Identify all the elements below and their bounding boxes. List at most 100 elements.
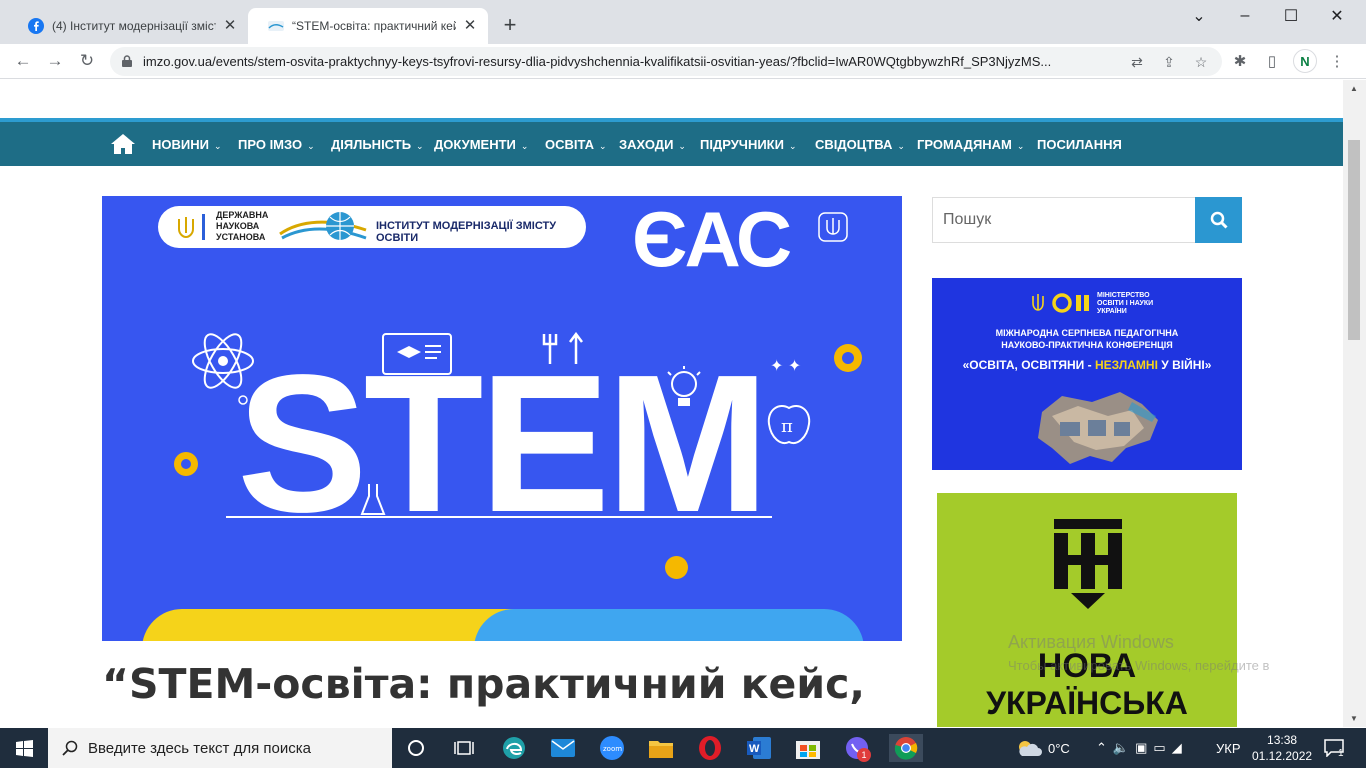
system-tray-icons[interactable]: ⌃ 🔈 ▣ ▭ ◢ [1096, 728, 1188, 768]
share-icon[interactable]: ⇪ [1159, 52, 1179, 72]
windows-start-icon[interactable] [16, 740, 33, 757]
activation-watermark-title: Активация Windows [1008, 632, 1174, 652]
nav-activity[interactable]: ДІЯЛЬНІСТЬ ⌄ [331, 137, 424, 152]
nav-certificates[interactable]: СВІДОЦТВА ⌄ [815, 137, 905, 152]
nova-line2: УКРАЇНСЬКА [986, 685, 1188, 721]
taskbar-search[interactable]: Введите здесь текст для поиска [48, 728, 392, 768]
bookmark-star-icon[interactable]: ☆ [1191, 52, 1211, 72]
url-text: imzo.gov.ua/events/stem-osvita-praktychn… [143, 54, 1052, 69]
ministry-logo-icon [1032, 293, 1089, 313]
chevron-down-icon: ⌄ [213, 141, 222, 151]
opera-icon[interactable] [696, 734, 724, 762]
profile-avatar[interactable]: N [1293, 49, 1317, 73]
camera-icon[interactable]: ▣ [1135, 740, 1153, 756]
yellow-dot [665, 556, 688, 579]
search-icon [1210, 211, 1228, 229]
home-icon[interactable] [110, 133, 136, 155]
conference-line1: МІЖНАРОДНА СЕРПНЕВА ПЕДАГОГІЧНА [995, 328, 1179, 338]
file-explorer-icon[interactable] [647, 734, 675, 762]
chevron-up-icon[interactable]: ⌃ [1096, 740, 1113, 756]
search-button[interactable] [1195, 197, 1242, 243]
menu-icon[interactable]: ⋮ [1325, 49, 1349, 73]
trident-icon [178, 217, 194, 239]
language-indicator[interactable]: УКР [1216, 728, 1241, 768]
weather-widget[interactable]: 0°C [1016, 728, 1070, 768]
chrome-icon[interactable] [889, 734, 923, 762]
side-panel-icon[interactable]: ▯ [1260, 49, 1284, 73]
volume-icon[interactable]: 🔈 [1113, 740, 1135, 756]
close-tab-icon[interactable]: ✕ [462, 18, 478, 34]
windows-taskbar: Введите здесь текст для поиска zoom W 1 … [0, 728, 1366, 768]
conference-banner[interactable]: МІНІСТЕРСТВО ОСВІТИ І НАУКИ УКРАЇНИ МІЖН… [932, 278, 1242, 470]
nav-documents[interactable]: ДОКУМЕНТИ ⌄ [434, 137, 528, 152]
nav-news[interactable]: НОВИНИ ⌄ [152, 137, 222, 152]
edge-icon[interactable] [500, 734, 528, 762]
clock[interactable]: 13:38 01.12.2022 [1252, 728, 1312, 768]
apple-pi-icon: π [767, 405, 811, 444]
main-navigation: НОВИНИ ⌄ ПРО ІМЗО ⌄ ДІЯЛЬНІСТЬ ⌄ ДОКУМЕНТИ ⌄… [0, 122, 1343, 166]
scroll-down-arrow[interactable]: ▼ [1349, 714, 1359, 723]
imzo-logo-icon [279, 212, 367, 240]
notifications-icon[interactable]: 1 [1324, 728, 1344, 768]
address-bar[interactable]: imzo.gov.ua/events/stem-osvita-praktychn… [110, 47, 1222, 76]
network-icon[interactable]: ◢ [1172, 740, 1188, 756]
chevron-down-icon: ⌄ [307, 141, 315, 151]
nova-ukrainska-banner[interactable]: НОВА УКРАЇНСЬКА [937, 493, 1237, 727]
tab-stem[interactable]: “STEM-освіта: практичний кейс ✕ [248, 8, 488, 44]
nav-links[interactable]: ПОСИЛАННЯ [1037, 137, 1122, 152]
scroll-thumb[interactable] [1348, 140, 1360, 340]
battery-icon[interactable]: ▭ [1153, 740, 1171, 756]
notification-count: 1 [1338, 747, 1344, 759]
forward-button[interactable]: → [42, 48, 68, 74]
page-scrollbar[interactable]: ▲ ▼ [1343, 80, 1366, 727]
eac-logo: ЄАС [632, 196, 792, 283]
page-viewport: НОВИНИ ⌄ ПРО ІМЗО ⌄ ДІЯЛЬНІСТЬ ⌄ ДОКУМЕНТИ ⌄… [0, 80, 1343, 727]
viber-icon[interactable]: 1 [843, 734, 871, 762]
nav-textbooks[interactable]: ПІДРУЧНИКИ ⌄ [700, 137, 797, 152]
zoom-icon[interactable]: zoom [598, 734, 626, 762]
translate-icon[interactable]: ⇄ [1127, 52, 1147, 72]
stem-hero-banner: ДЕРЖАВНА НАУКОВА УСТАНОВА ІНСТИТУТ МОДЕР… [102, 196, 902, 641]
tab-facebook[interactable]: (4) Інститут модернізації змісту ✕ [8, 8, 248, 44]
scroll-up-arrow[interactable]: ▲ [1349, 84, 1359, 93]
chevron-down-icon: ⌄ [599, 141, 607, 151]
search-input[interactable] [933, 198, 1195, 242]
conference-line2: НАУКОВО-ПРАКТИЧНА КОНФЕРЕНЦІЯ [1001, 340, 1173, 350]
nav-education[interactable]: ОСВІТА ⌄ [545, 137, 607, 152]
cortana-icon[interactable] [402, 734, 430, 762]
chevron-down-icon: ⌄ [788, 141, 797, 151]
task-view-icon[interactable] [450, 734, 478, 762]
minimize-button[interactable]: – [1222, 0, 1268, 32]
reload-button[interactable]: ↻ [74, 48, 100, 74]
facebook-icon [28, 18, 44, 34]
svg-text:π: π [781, 416, 793, 437]
chevron-down-icon: ⌄ [678, 141, 686, 151]
nav-events[interactable]: ЗАХОДИ ⌄ [619, 137, 686, 152]
ukraine-map-collage [1038, 392, 1158, 464]
conference-quote: «ОСВІТА, ОСВІТЯНИ - НЕЗЛАМНІ У ВІЙНІ» [962, 358, 1212, 372]
imzo-icon [268, 21, 284, 31]
blue-shape [474, 609, 864, 641]
chevron-down-icon: ⌄ [416, 141, 424, 151]
nav-citizens[interactable]: ГРОМАДЯНАМ ⌄ [917, 137, 1024, 152]
new-tab-button[interactable]: + [498, 14, 522, 38]
tab-search-icon[interactable]: ⌄ [1176, 0, 1222, 32]
flask-icon [360, 484, 386, 515]
close-tab-icon[interactable]: ✕ [222, 18, 238, 34]
svg-text:zoom: zoom [603, 745, 622, 753]
extensions-icon[interactable]: ✱ [1228, 49, 1252, 73]
close-window-button[interactable]: ✕ [1314, 0, 1360, 32]
word-icon[interactable]: W [745, 734, 773, 762]
tab-title: (4) Інститут модернізації змісту [52, 19, 216, 33]
nav-about[interactable]: ПРО ІМЗО ⌄ [238, 137, 315, 152]
ministry-label: МІНІСТЕРСТВО ОСВІТИ І НАУКИ УКРАЇНИ [1097, 292, 1154, 315]
mail-icon[interactable] [549, 734, 577, 762]
chevron-down-icon: ⌄ [1016, 141, 1025, 151]
weather-temp: 0°C [1048, 740, 1070, 756]
svg-text:W: W [749, 743, 760, 755]
back-button[interactable]: ← [10, 48, 36, 74]
maximize-button[interactable]: ☐ [1268, 0, 1314, 32]
store-icon[interactable] [794, 734, 822, 762]
lock-icon [122, 55, 132, 67]
tab-title: “STEM-освіта: практичний кейс [292, 19, 456, 33]
